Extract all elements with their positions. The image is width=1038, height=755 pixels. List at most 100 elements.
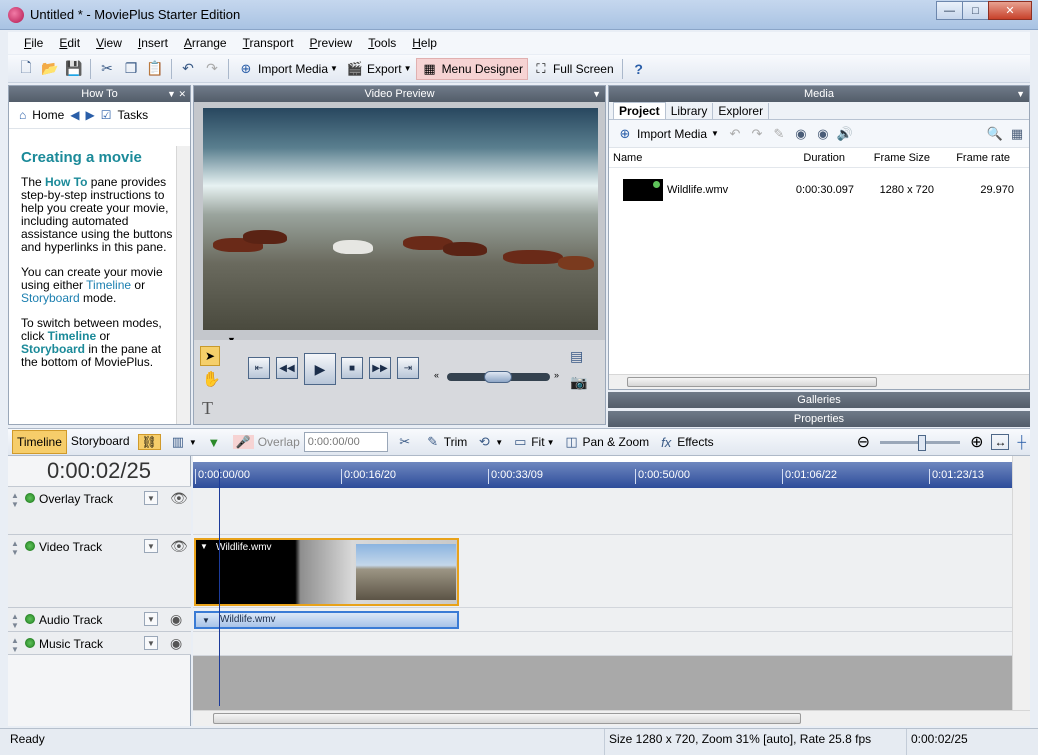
effects-button[interactable]: fx Effects	[657, 433, 714, 451]
time-ruler[interactable]: 0:00:00/00 0:00:16/20 0:00:33/09 0:00:50…	[193, 462, 1012, 488]
pane-menu-icon[interactable]: ▼	[592, 86, 601, 102]
edit-pencil-icon[interactable]: ✎	[769, 124, 789, 144]
copy-icon[interactable]: ❐	[120, 58, 142, 80]
tab-library[interactable]: Library	[666, 103, 714, 119]
menu-help[interactable]: Help	[404, 36, 445, 50]
fit-timeline-icon[interactable]: ↔	[991, 434, 1010, 450]
timeline-area[interactable]: 0:00:00/00 0:00:16/20 0:00:33/09 0:00:50…	[193, 456, 1030, 726]
zoom-slider[interactable]	[880, 434, 961, 451]
media-view-2-icon[interactable]: ◉	[813, 124, 833, 144]
tab-project[interactable]: Project	[613, 102, 666, 119]
track-enabled-icon[interactable]	[25, 614, 35, 624]
timeline-vertical-scrollbar[interactable]	[1012, 456, 1030, 711]
snapshot-camera-icon[interactable]: 📷	[570, 374, 587, 391]
split-view-icon[interactable]: ▥ ▼	[169, 433, 197, 451]
eye-icon[interactable]: 👁	[170, 538, 188, 555]
link-icon[interactable]: ⛓	[137, 434, 161, 450]
track-enabled-icon[interactable]	[25, 638, 35, 648]
zoom-search-icon[interactable]: 🔍	[985, 124, 1005, 144]
speaker-icon[interactable]: ◉	[170, 635, 182, 652]
media-import-label[interactable]: Import Media	[637, 127, 707, 141]
track-grip-icon[interactable]: ▲ ▼	[11, 539, 19, 557]
how-to-tasks-link[interactable]: Tasks	[118, 108, 149, 122]
track-enabled-icon[interactable]	[25, 541, 35, 551]
redo-icon[interactable]: ↷	[201, 58, 223, 80]
menu-tools[interactable]: Tools	[360, 36, 404, 50]
tab-timeline[interactable]: Timeline	[12, 430, 67, 454]
col-frame-size[interactable]: Frame Size	[849, 148, 934, 167]
zoom-in-icon[interactable]: ⊕	[970, 432, 983, 452]
open-folder-icon[interactable]: 📂	[39, 58, 61, 80]
pointer-tool-icon[interactable]: ➤	[200, 346, 220, 366]
overlap-input[interactable]: 0:00:00/00	[303, 432, 388, 452]
clip-menu-icon[interactable]: ▼	[200, 542, 208, 551]
media-view-1-icon[interactable]: ◉	[791, 124, 811, 144]
split-marker-icon[interactable]: ┼	[1017, 435, 1026, 449]
storyboard-link[interactable]: Storyboard	[21, 291, 80, 305]
rotate-button[interactable]: ⟲ ▼	[475, 433, 503, 451]
menu-preview[interactable]: Preview	[302, 36, 361, 50]
trim-button[interactable]: ✎ Trim	[424, 433, 467, 451]
tasks-icon[interactable]: ☑	[101, 108, 112, 122]
step-forward-button[interactable]: ▶▶	[369, 357, 391, 379]
help-icon[interactable]: ?	[628, 58, 650, 80]
col-name[interactable]: Name	[609, 148, 774, 167]
plus-circle-icon[interactable]: ⊕	[615, 124, 635, 144]
grid-view-icon[interactable]: ▦	[1007, 124, 1027, 144]
fast-forward-icon[interactable]: »	[554, 370, 559, 380]
pan-zoom-button[interactable]: ◫ Pan & Zoom	[562, 433, 649, 451]
pane-menu-icon[interactable]: ▼	[1016, 86, 1025, 102]
shuttle-slider-thumb[interactable]	[484, 371, 512, 383]
track-menu-icon[interactable]: ▼	[144, 612, 158, 626]
text-tool-icon[interactable]: T	[202, 398, 213, 419]
media-horizontal-scrollbar[interactable]	[609, 374, 1029, 389]
track-header-video[interactable]: ▲ ▼ Video Track ▼ 👁	[8, 534, 191, 607]
tab-explorer[interactable]: Explorer	[713, 103, 770, 119]
col-frame-rate[interactable]: Frame rate	[934, 148, 1014, 167]
track-enabled-icon[interactable]	[25, 493, 35, 503]
timeline-link[interactable]: Timeline	[86, 278, 131, 292]
import-media-button[interactable]: ⊕ Import Media ▼	[233, 58, 342, 80]
scrollbar-thumb[interactable]	[213, 713, 801, 724]
minimize-button[interactable]: —	[936, 1, 963, 20]
track-header-overlay[interactable]: ▲ ▼ Overlay Track ▼ 👁	[8, 486, 191, 534]
pane-menu-close-icon[interactable]: ▼ ✕	[167, 86, 186, 102]
stop-button[interactable]: ■	[341, 357, 363, 379]
timeline-horizontal-scrollbar[interactable]	[193, 710, 1030, 726]
rotate-right-icon[interactable]: ↷	[747, 124, 767, 144]
col-duration[interactable]: Duration	[774, 148, 849, 167]
go-to-start-button[interactable]: ⇤	[248, 357, 270, 379]
home-icon[interactable]: ⌂	[19, 108, 26, 122]
menu-insert[interactable]: Insert	[130, 36, 176, 50]
cut-icon[interactable]: ✂	[96, 58, 118, 80]
track-header-audio[interactable]: ▲ ▼ Audio Track ▼ ◉	[8, 607, 191, 631]
menu-edit[interactable]: Edit	[51, 36, 88, 50]
scissors-icon[interactable]: ✂	[396, 433, 416, 451]
track-grip-icon[interactable]: ▲ ▼	[11, 636, 19, 654]
menu-transport[interactable]: Transport	[235, 36, 302, 50]
paste-icon[interactable]: 📋	[144, 58, 166, 80]
zoom-out-icon[interactable]: ⊖	[857, 432, 870, 452]
audio-speaker-icon[interactable]: 🔊	[835, 124, 855, 144]
clip-menu-icon[interactable]: ▼	[202, 614, 210, 628]
microphone-icon[interactable]: 🎤	[232, 435, 254, 449]
track-grip-icon[interactable]: ▲ ▼	[11, 491, 19, 509]
audio-clip[interactable]: ▼ Wildlife.wmv	[194, 611, 459, 629]
new-file-icon[interactable]: 🗋	[15, 58, 37, 80]
scrollbar-thumb[interactable]	[627, 377, 877, 387]
track-menu-icon[interactable]: ▼	[144, 539, 158, 553]
how-to-home-link[interactable]: Home	[32, 108, 64, 122]
undo-icon[interactable]: ↶	[177, 58, 199, 80]
how-to-scrollbar[interactable]	[176, 146, 190, 424]
step-back-button[interactable]: ◀◀	[276, 357, 298, 379]
tab-storyboard[interactable]: Storyboard	[67, 430, 134, 454]
go-to-end-button[interactable]: ⇥	[397, 357, 419, 379]
track-menu-icon[interactable]: ▼	[144, 491, 158, 505]
chevron-down-icon[interactable]: ▼	[711, 129, 719, 138]
close-button[interactable]: ✕	[988, 1, 1032, 20]
rotate-left-icon[interactable]: ↶	[725, 124, 745, 144]
menu-view[interactable]: View	[88, 36, 130, 50]
menu-arrange[interactable]: Arrange	[176, 36, 235, 50]
overlay-lane[interactable]	[193, 488, 1012, 535]
back-icon[interactable]: ◀	[70, 108, 79, 122]
